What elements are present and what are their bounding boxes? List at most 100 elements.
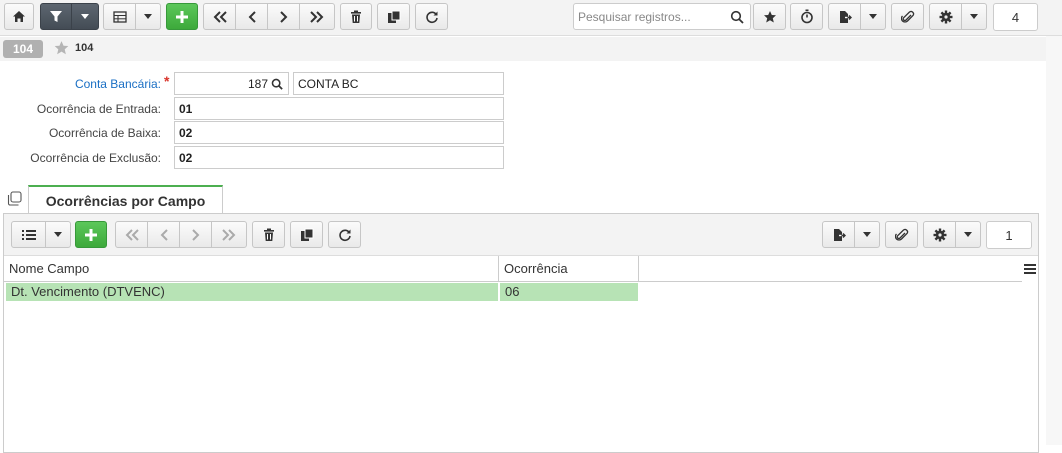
home-icon <box>13 11 25 22</box>
grid-view-dropdown-button[interactable] <box>135 3 161 30</box>
double-chevron-left-icon <box>213 10 227 23</box>
column-header-filler <box>639 256 1022 282</box>
search-icon[interactable] <box>271 78 283 90</box>
previous-row-button[interactable] <box>147 221 180 248</box>
conta-bancaria-code-field[interactable]: 187 <box>174 72 289 95</box>
favorite-button[interactable] <box>753 3 786 30</box>
export-file-icon <box>833 228 846 241</box>
delete-row-button[interactable] <box>252 221 285 248</box>
required-marker: * <box>164 73 170 89</box>
chevron-down-icon <box>144 14 152 19</box>
chevron-left-icon <box>160 228 168 241</box>
copy-row-button[interactable] <box>290 221 323 248</box>
chevron-right-icon <box>191 228 199 241</box>
previous-record-button[interactable] <box>235 3 268 30</box>
cell-nome-campo: Dt. Vencimento (DTVENC) <box>6 283 498 301</box>
chevron-down-icon <box>863 232 871 237</box>
filter-icon <box>50 11 62 22</box>
settings-dropdown-button[interactable] <box>961 3 987 30</box>
add-record-button[interactable] <box>166 3 198 30</box>
export-dropdown-button[interactable] <box>860 3 886 30</box>
subgrid-settings-button[interactable] <box>923 221 956 248</box>
stopwatch-icon <box>800 9 813 24</box>
home-button[interactable] <box>4 3 34 30</box>
double-chevron-left-icon <box>125 228 139 241</box>
page-scrollbar[interactable] <box>1046 36 1062 445</box>
search-icon[interactable] <box>730 10 744 24</box>
settings-button[interactable] <box>929 3 962 30</box>
ocorrencia-baixa-label: Ocorrência de Baixa: <box>48 126 161 140</box>
copy-record-button[interactable] <box>377 3 410 30</box>
plus-icon <box>176 10 188 23</box>
ocorrencia-entrada-field[interactable]: 01 <box>174 97 504 120</box>
next-row-button[interactable] <box>179 221 212 248</box>
chevron-down-icon <box>869 14 877 19</box>
column-menu-icon[interactable] <box>1024 264 1036 274</box>
column-header-ocorrencia[interactable]: Ocorrência <box>499 256 639 282</box>
chevron-down-icon <box>54 232 62 237</box>
double-chevron-right-icon <box>222 228 236 241</box>
table-icon <box>112 10 127 23</box>
paperclip-icon <box>900 10 914 23</box>
export-file-icon <box>839 10 852 23</box>
list-view-dropdown-button[interactable] <box>45 221 71 248</box>
conta-bancaria-code: 187 <box>247 77 268 91</box>
ocorrencia-baixa-field[interactable]: 02 <box>174 121 504 144</box>
conta-bancaria-name-field[interactable]: CONTA BC <box>293 72 504 95</box>
paperclip-icon <box>894 228 908 241</box>
chevron-right-icon <box>279 10 287 23</box>
next-record-button[interactable] <box>267 3 300 30</box>
double-chevron-right-icon <box>310 10 324 23</box>
copy-tabs-icon[interactable] <box>7 191 22 206</box>
chevron-left-icon <box>248 10 256 23</box>
plus-icon <box>85 228 97 241</box>
gear-icon <box>939 10 952 23</box>
record-count: 4 <box>993 3 1038 31</box>
record-id-badge: 104 <box>3 40 43 58</box>
subgrid-panel: 1 Nome Campo Ocorrência Dt. Vencimento (… <box>3 213 1039 453</box>
subgrid-record-count: 1 <box>986 221 1032 249</box>
filter-dropdown-button[interactable] <box>71 3 99 30</box>
refresh-icon <box>425 10 438 23</box>
cell-ocorrencia: 06 <box>500 283 638 301</box>
subgrid-attachment-button[interactable] <box>885 221 918 248</box>
trash-icon <box>351 10 361 23</box>
attachment-button[interactable] <box>891 3 924 30</box>
first-record-button[interactable] <box>203 3 236 30</box>
record-number: 104 <box>75 42 94 54</box>
star-icon <box>763 10 776 22</box>
ocorrencia-exclusao-field[interactable]: 02 <box>174 146 504 169</box>
subgrid-export-button[interactable] <box>822 221 855 248</box>
grid-view-button[interactable] <box>103 3 136 30</box>
subgrid-toolbar: 1 <box>4 214 1038 256</box>
chevron-down-icon <box>964 232 972 237</box>
refresh-subgrid-button[interactable] <box>328 221 361 248</box>
last-record-button[interactable] <box>299 3 335 30</box>
timer-button[interactable] <box>790 3 823 30</box>
first-row-button[interactable] <box>115 221 148 248</box>
ocorrencia-exclusao-label: Ocorrência de Exclusão: <box>30 151 161 165</box>
main-toolbar: 4 <box>0 0 1062 36</box>
search-input[interactable] <box>578 8 726 26</box>
tab-ocorrencias-por-campo[interactable]: Ocorrências por Campo <box>28 185 223 214</box>
filter-button[interactable] <box>40 3 72 30</box>
add-row-button[interactable] <box>75 221 107 248</box>
copy-icon <box>387 10 400 23</box>
subgrid-settings-dropdown-button[interactable] <box>955 221 981 248</box>
list-view-button[interactable] <box>11 221 46 248</box>
star-icon[interactable] <box>53 40 70 56</box>
chevron-down-icon <box>970 14 978 19</box>
column-header-nome-campo[interactable]: Nome Campo <box>4 256 499 282</box>
delete-record-button[interactable] <box>340 3 372 30</box>
search-box <box>573 3 751 30</box>
record-header: 104 104 <box>0 37 1062 61</box>
export-button[interactable] <box>828 3 861 30</box>
conta-bancaria-label[interactable]: Conta Bancária: <box>0 77 161 91</box>
last-row-button[interactable] <box>211 221 247 248</box>
refresh-icon <box>338 228 351 241</box>
subgrid-export-dropdown-button[interactable] <box>854 221 880 248</box>
refresh-button[interactable] <box>415 3 448 30</box>
trash-icon <box>263 228 274 241</box>
list-icon <box>21 229 36 240</box>
ocorrencia-entrada-label: Ocorrência de Entrada: <box>36 102 161 116</box>
